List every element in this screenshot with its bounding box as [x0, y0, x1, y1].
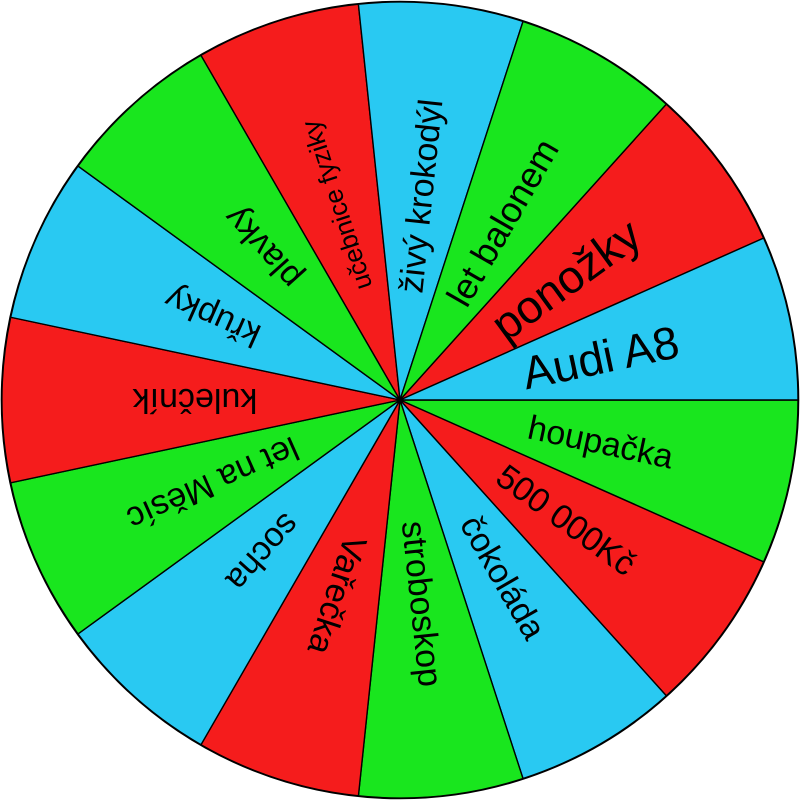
prize-wheel-graphic[interactable]: houpačka500 000KččokoládastroboskopVařeč…	[0, 0, 800, 801]
prize-wheel[interactable]: houpačka 500 000Kč čokoláda stroboskop Vařeč…	[0, 0, 800, 801]
wheel-segments	[1, 1, 799, 799]
wheel-segment-label: kulečník	[132, 381, 258, 419]
